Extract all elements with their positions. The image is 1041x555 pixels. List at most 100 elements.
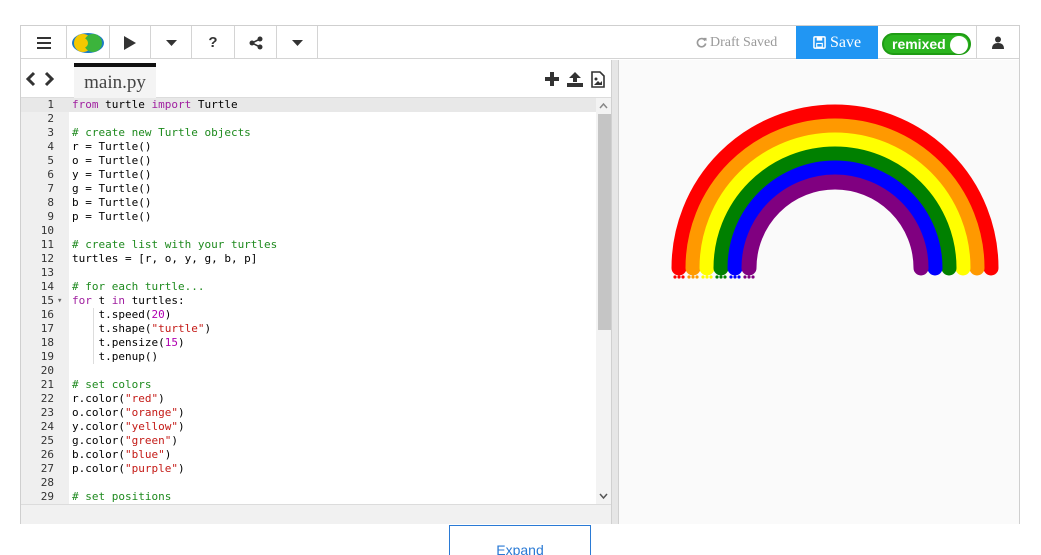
code-line[interactable]: 25 g.color("green") <box>21 434 596 448</box>
code-editor[interactable]: 1 from turtle import Turtle 2 3 # create new… <box>21 98 611 504</box>
line-number: 23 <box>40 406 54 419</box>
user-menu-button[interactable] <box>976 26 1019 59</box>
turtle-icon <box>691 275 695 279</box>
code-text: p = Turtle() <box>72 210 152 223</box>
more-options-button[interactable] <box>277 26 318 59</box>
code-text: # set positions <box>72 490 172 503</box>
line-number: 4 <box>47 140 54 153</box>
turtle-icon <box>715 275 719 279</box>
line-number: 16 <box>40 308 54 321</box>
editor-tabbar: main.py <box>21 60 611 98</box>
code-text: for t in turtles: <box>72 294 185 307</box>
code-line[interactable]: 9 p = Turtle() <box>21 210 596 224</box>
code-line[interactable]: 4 r = Turtle() <box>21 140 596 154</box>
logo-button[interactable] <box>67 26 110 59</box>
turtle-icon <box>747 275 751 279</box>
scrollbar-thumb[interactable] <box>598 114 611 330</box>
code-line[interactable]: 26 b.color("blue") <box>21 448 596 462</box>
code-line[interactable]: 27 p.color("purple") <box>21 462 596 476</box>
code-line[interactable]: 29 # set positions <box>21 490 596 504</box>
line-number: 19 <box>40 350 54 363</box>
code-text: g = Turtle() <box>72 182 152 195</box>
line-number: 15 <box>40 294 54 307</box>
code-line[interactable]: 7 g = Turtle() <box>21 182 596 196</box>
code-line[interactable]: 16 t.speed(20) <box>21 308 596 322</box>
code-line[interactable]: 19 t.penup() <box>21 350 596 364</box>
turtle-icon <box>751 275 755 279</box>
save-label: Save <box>829 33 862 51</box>
code-text: from turtle import Turtle <box>72 98 238 111</box>
toolbar: ? Draft Saved Save remixed <box>21 26 1019 59</box>
code-line[interactable]: 28 <box>21 476 596 490</box>
save-button[interactable]: Save <box>796 26 878 59</box>
draft-status: Draft Saved <box>696 26 777 59</box>
code-text: b = Turtle() <box>72 196 152 209</box>
run-button[interactable] <box>110 26 151 59</box>
plus-icon[interactable] <box>545 72 559 86</box>
turtle-icon <box>709 275 713 279</box>
turtle-icon <box>743 275 747 279</box>
turtle-icon <box>677 275 681 279</box>
line-number: 21 <box>40 378 54 391</box>
floppy-disk-icon <box>813 36 826 49</box>
code-text: o.color("orange") <box>72 406 185 419</box>
code-line[interactable]: 2 <box>21 112 596 126</box>
line-number: 13 <box>40 266 54 279</box>
turtle-icon <box>701 275 705 279</box>
code-arrows-icon <box>25 71 55 87</box>
expand-tab[interactable]: Expand <box>449 525 591 555</box>
menu-button[interactable] <box>21 26 67 59</box>
turtle-icon <box>673 275 677 279</box>
editor-status-bar <box>21 504 611 524</box>
code-line[interactable]: 1 from turtle import Turtle <box>21 98 596 112</box>
code-line[interactable]: 18 t.pensize(15) <box>21 336 596 350</box>
code-line[interactable]: 12 turtles = [r, o, y, g, b, p] <box>21 252 596 266</box>
code-line[interactable]: 24 y.color("yellow") <box>21 420 596 434</box>
code-line[interactable]: 8 b = Turtle() <box>21 196 596 210</box>
help-button[interactable]: ? <box>192 26 235 59</box>
code-nav-arrows[interactable] <box>25 60 57 98</box>
trinket-embed: ? Draft Saved Save remixed main.py 1 fro… <box>20 25 1020 524</box>
code-line[interactable]: 13 <box>21 266 596 280</box>
line-number: 3 <box>47 126 54 139</box>
code-line[interactable]: 10 <box>21 224 596 238</box>
pane-splitter[interactable] <box>611 60 619 524</box>
code-line[interactable]: 15 ▾ for t in turtles: <box>21 294 596 308</box>
code-text: r.color("red") <box>72 392 165 405</box>
code-text: # create new Turtle objects <box>72 126 251 139</box>
code-text: t.pensize(15) <box>72 336 185 349</box>
line-number: 8 <box>47 196 54 209</box>
code-line[interactable]: 11 # create list with your turtles <box>21 238 596 252</box>
scroll-down-icon[interactable] <box>596 490 611 502</box>
code-line[interactable]: 23 o.color("orange") <box>21 406 596 420</box>
scroll-up-icon[interactable] <box>596 100 611 112</box>
line-number: 20 <box>40 364 54 377</box>
file-tab-main[interactable]: main.py <box>74 63 156 98</box>
turtle-icon <box>705 275 709 279</box>
vertical-scrollbar[interactable] <box>596 98 611 504</box>
line-number: 9 <box>47 210 54 223</box>
output-pane <box>619 60 1019 524</box>
code-text: r = Turtle() <box>72 140 152 153</box>
code-line[interactable]: 20 <box>21 364 596 378</box>
line-number: 2 <box>47 112 54 125</box>
code-line[interactable]: 6 y = Turtle() <box>21 168 596 182</box>
upload-icon[interactable] <box>567 71 583 87</box>
code-line[interactable]: 3 # create new Turtle objects <box>21 126 596 140</box>
image-file-icon[interactable] <box>591 70 605 88</box>
run-options-button[interactable] <box>151 26 192 59</box>
code-text: # for each turtle... <box>72 280 205 293</box>
code-line[interactable]: 14 # for each turtle... <box>21 280 596 294</box>
toggle-knob <box>950 36 968 54</box>
remix-toggle[interactable]: remixed <box>882 33 971 55</box>
code-line[interactable]: 17 t.shape("turtle") <box>21 322 596 336</box>
code-line[interactable]: 22 r.color("red") <box>21 392 596 406</box>
code-text: # set colors <box>72 378 152 391</box>
turtle-icon <box>723 275 727 279</box>
fold-arrow-icon[interactable]: ▾ <box>57 294 62 308</box>
turtle-icon <box>729 275 733 279</box>
code-text: g.color("green") <box>72 434 178 447</box>
code-line[interactable]: 21 # set colors <box>21 378 596 392</box>
code-line[interactable]: 5 o = Turtle() <box>21 154 596 168</box>
share-button[interactable] <box>235 26 277 59</box>
